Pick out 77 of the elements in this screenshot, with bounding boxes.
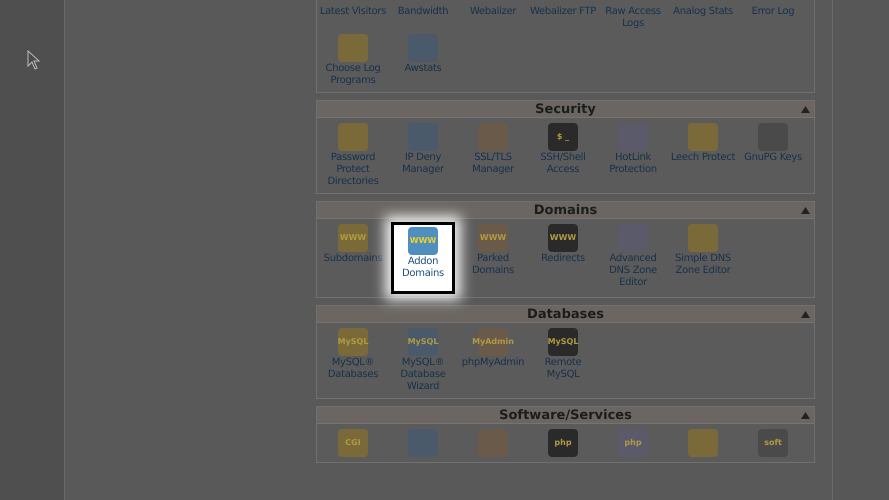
collapse-arrow-icon[interactable] <box>801 311 810 318</box>
tool-item[interactable]: MyAdmin phpMyAdmin <box>458 326 528 371</box>
mouse-pointer-icon <box>27 50 41 70</box>
tool-item[interactable]: Password Protect Directories <box>318 121 388 190</box>
icon-label: WWW <box>480 234 506 242</box>
icon-label: MySQL <box>548 338 578 346</box>
tool-label: Latest Visitors <box>320 6 386 18</box>
tool-label: Raw Access Logs <box>604 6 662 30</box>
icon-label: WWW <box>410 237 436 245</box>
tool-label: Webalizer <box>470 6 516 18</box>
tool-item[interactable]: soft <box>738 427 808 459</box>
tool-label: Password Protect Directories <box>326 152 380 188</box>
app-icon <box>338 34 368 62</box>
tool-item[interactable]: Awstats <box>388 32 458 77</box>
tool-item[interactable]: Latest Visitors <box>318 3 388 20</box>
tool-label: Webalizer FTP <box>530 6 596 18</box>
tool-item[interactable]: Error Log <box>738 3 808 20</box>
tool-label: phpMyAdmin <box>462 357 524 369</box>
app-icon <box>688 224 718 252</box>
tool-item[interactable]: php <box>528 427 598 459</box>
icon-label: MySQL <box>408 338 438 346</box>
icon-label: php <box>624 439 642 447</box>
section-title: Security <box>535 102 596 116</box>
tool-label: SSL/TLS Manager <box>471 152 516 176</box>
tool-item[interactable]: WWW Redirects <box>528 222 598 267</box>
tool-label: IP Deny Manager <box>401 152 446 176</box>
app-icon <box>688 429 718 457</box>
tool-item[interactable]: IP Deny Manager <box>388 121 458 178</box>
tool-item[interactable]: MySQL Remote MySQL <box>528 326 598 383</box>
tool-item[interactable]: Advanced DNS Zone Editor <box>598 222 668 291</box>
tool-label: GnuPG Keys <box>744 152 802 164</box>
tool-label: Advanced DNS Zone Editor <box>608 253 658 289</box>
tool-item[interactable]: MySQL MySQL® Database Wizard <box>388 326 458 395</box>
collapse-arrow-icon[interactable] <box>801 207 810 214</box>
tool-item[interactable]: Raw Access Logs <box>598 3 668 32</box>
tool-label: Parked Domains <box>471 253 515 277</box>
tool-item[interactable]: Leech Protect <box>668 121 738 166</box>
tool-label: MySQL® Databases <box>326 357 380 381</box>
tool-item[interactable]: Bandwidth <box>388 3 458 20</box>
tool-item[interactable]: Webalizer <box>458 3 528 20</box>
tool-label: SSH/Shell Access <box>539 152 587 176</box>
tool-item[interactable]: HotLink Protection <box>598 121 668 178</box>
icon-label: WWW <box>550 234 576 242</box>
tool-label: Analog Stats <box>673 6 733 18</box>
tool-label: Redirects <box>541 253 585 265</box>
section-title: Software/Services <box>499 408 632 422</box>
app-icon <box>688 123 718 151</box>
tool-label: Error Log <box>752 6 794 18</box>
collapse-arrow-icon[interactable] <box>801 106 810 113</box>
tool-item[interactable]: Choose Log Programs <box>318 32 388 89</box>
section-title: Domains <box>534 204 598 216</box>
tool-item[interactable]: Analog Stats <box>668 3 738 20</box>
tool-item[interactable]: Webalizer FTP <box>528 3 598 20</box>
icon-label: $ _ <box>556 133 570 141</box>
tool-item[interactable]: Simple DNS Zone Editor <box>668 222 738 279</box>
tool-item[interactable]: WWW Addon Domains <box>391 222 455 294</box>
icon-label: php <box>554 439 572 447</box>
tool-label: MySQL® Database Wizard <box>399 357 447 393</box>
tool-item[interactable]: php <box>598 427 668 459</box>
icon-label: soft <box>764 439 782 447</box>
section-title: Databases <box>527 308 604 320</box>
tool-label: Simple DNS Zone Editor <box>674 253 732 277</box>
tool-label: Addon Domains <box>401 256 445 280</box>
tool-label: Subdomains <box>324 253 382 265</box>
app-icon <box>338 123 368 151</box>
tool-label: HotLink Protection <box>608 152 658 176</box>
tool-label: Bandwidth <box>398 6 448 18</box>
tool-item[interactable]: WWW Parked Domains <box>458 222 528 279</box>
tool-label: Leech Protect <box>670 152 736 164</box>
tool-label: Awstats <box>404 63 442 75</box>
tool-item[interactable]: GnuPG Keys <box>738 121 808 166</box>
tool-item[interactable]: $ _ SSH/Shell Access <box>528 121 598 178</box>
tool-item[interactable]: SSL/TLS Manager <box>458 121 528 178</box>
collapse-arrow-icon[interactable] <box>801 412 810 419</box>
tool-label: Choose Log Programs <box>324 63 382 87</box>
tool-label: Remote MySQL <box>544 357 582 381</box>
icon-label: MyAdmin <box>472 338 514 346</box>
